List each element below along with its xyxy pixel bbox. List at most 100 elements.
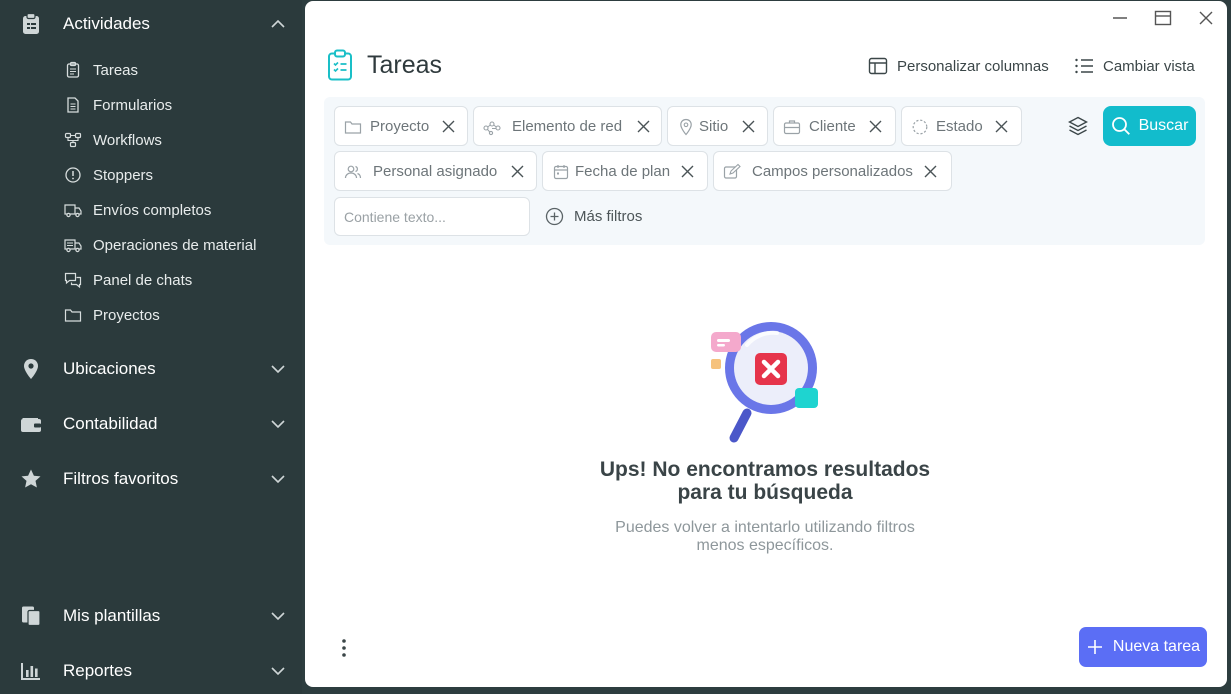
folder-icon <box>64 306 82 324</box>
empty-state-subtitle: Puedes volver a intentarlo utilizando fi… <box>515 519 1015 555</box>
sidebar-item-formularios[interactable]: Formularios <box>0 90 302 120</box>
customize-columns-button[interactable]: Personalizar columnas <box>868 56 1049 76</box>
remove-filter-icon[interactable] <box>441 119 456 134</box>
sidebar-item-label: Proyectos <box>93 306 160 324</box>
task-clipboard-icon <box>327 49 353 81</box>
empty-state-title-line: para tu búsqueda <box>677 481 853 504</box>
page-title: Tareas <box>367 51 443 79</box>
maximize-icon[interactable] <box>1152 7 1174 29</box>
remove-filter-icon[interactable] <box>994 119 1009 134</box>
clipboard-icon <box>19 12 43 36</box>
workflow-icon <box>64 131 82 149</box>
sidebar-item-label: Workflows <box>93 131 162 149</box>
sidebar-item-envios-completos[interactable]: Envíos completos <box>0 195 302 225</box>
chevron-up-icon <box>270 17 286 31</box>
sidebar-section-label: Reportes <box>63 661 132 680</box>
sidebar: Actividades Tareas Formularios Workflows… <box>0 0 302 694</box>
sidebar-section-mis-plantillas[interactable]: Mis plantillas <box>0 596 302 636</box>
location-pin-icon <box>677 118 695 136</box>
empty-state-subtitle-line: menos específicos. <box>696 537 834 554</box>
star-icon <box>19 467 43 491</box>
change-view-button[interactable]: Cambiar vista <box>1074 56 1195 76</box>
remove-filter-icon[interactable] <box>636 119 651 134</box>
remove-filter-icon[interactable] <box>923 164 938 179</box>
chevron-down-icon <box>270 417 286 431</box>
sidebar-item-label: Formularios <box>93 96 173 114</box>
plus-icon <box>1087 640 1102 654</box>
filter-chip-label: Sitio <box>699 118 729 135</box>
empty-state-title-line: Ups! No encontramos resultados <box>599 458 931 481</box>
filter-chip-elemento-de-red[interactable]: Elemento de red <box>473 106 662 146</box>
layers-icon[interactable] <box>1067 115 1089 137</box>
filter-chip-label: Elemento de red <box>512 118 623 135</box>
text-filter-input[interactable] <box>334 197 530 236</box>
sidebar-item-label: Envíos completos <box>93 201 212 219</box>
plus-circle-icon <box>545 207 564 225</box>
close-icon[interactable] <box>1195 7 1217 29</box>
form-icon <box>64 96 82 114</box>
chat-icon <box>64 271 82 289</box>
empty-state-subtitle-line: Puedes volver a intentarlo utilizando fi… <box>615 519 915 536</box>
filter-chip-label: Campos personalizados <box>752 163 913 180</box>
filter-bar: Proyecto Elemento de red Sitio Cliente E… <box>324 97 1205 245</box>
chevron-down-icon <box>270 362 286 376</box>
no-results-magnifier-illustration <box>711 322 818 443</box>
sidebar-item-tareas[interactable]: Tareas <box>0 55 302 85</box>
sidebar-section-reportes[interactable]: Reportes <box>0 651 302 691</box>
remove-filter-icon[interactable] <box>680 164 695 179</box>
more-options-icon[interactable] <box>335 637 353 659</box>
list-view-icon <box>1075 58 1093 74</box>
remove-filter-icon[interactable] <box>868 119 883 134</box>
briefcase-icon <box>783 118 801 136</box>
sidebar-section-actividades[interactable]: Actividades <box>0 4 302 44</box>
sidebar-item-proyectos[interactable]: Proyectos <box>0 300 302 330</box>
sidebar-section-filtros-favoritos[interactable]: Filtros favoritos <box>0 459 302 499</box>
columns-icon <box>868 57 888 75</box>
sidebar-section-label: Ubicaciones <box>63 359 156 378</box>
remove-filter-icon[interactable] <box>510 164 525 179</box>
material-truck-icon <box>64 236 82 254</box>
sidebar-item-label: Panel de chats <box>93 271 193 289</box>
truck-icon <box>64 201 82 219</box>
calendar-icon <box>552 163 570 181</box>
minimize-icon[interactable] <box>1109 7 1131 29</box>
filter-chip-label: Proyecto <box>370 118 430 135</box>
edit-field-icon <box>723 163 741 181</box>
filter-chip-sitio[interactable]: Sitio <box>667 106 768 146</box>
network-icon <box>483 118 501 136</box>
filter-chip-personal-asignado[interactable]: Personal asignado <box>334 151 537 191</box>
filter-chip-label: Fecha de plan <box>575 163 671 180</box>
new-task-button[interactable]: Nueva tarea <box>1079 627 1207 667</box>
filter-chip-proyecto[interactable]: Proyecto <box>334 106 468 146</box>
change-view-label: Cambiar vista <box>1103 57 1195 75</box>
filter-chip-label: Cliente <box>809 118 856 135</box>
filter-chip-fecha-de-plan[interactable]: Fecha de plan <box>542 151 708 191</box>
chevron-down-icon <box>270 472 286 486</box>
filter-chip-cliente[interactable]: Cliente <box>773 106 896 146</box>
remove-filter-icon[interactable] <box>741 119 756 134</box>
filter-chip-label: Estado <box>936 118 983 135</box>
location-pin-icon <box>19 357 43 381</box>
people-icon <box>344 163 362 181</box>
sidebar-item-panel-de-chats[interactable]: Panel de chats <box>0 265 302 295</box>
sidebar-item-stoppers[interactable]: Stoppers <box>0 160 302 190</box>
sidebar-section-contabilidad[interactable]: Contabilidad <box>0 404 302 444</box>
filter-chip-campos-personalizados[interactable]: Campos personalizados <box>713 151 952 191</box>
folder-icon <box>344 118 362 136</box>
sidebar-item-workflows[interactable]: Workflows <box>0 125 302 155</box>
sidebar-item-label: Stoppers <box>93 166 154 184</box>
empty-state-title: Ups! No encontramos resultados para tu b… <box>465 458 1065 504</box>
sidebar-section-label: Filtros favoritos <box>63 469 179 488</box>
sidebar-item-operaciones-de-material[interactable]: Operaciones de material <box>0 230 302 260</box>
task-clipboard-icon <box>64 61 82 79</box>
filter-chip-estado[interactable]: Estado <box>901 106 1022 146</box>
more-filters-button[interactable]: Más filtros <box>545 206 642 226</box>
alert-circle-icon <box>64 166 82 184</box>
chevron-down-icon <box>270 664 286 678</box>
search-button[interactable]: Buscar <box>1103 106 1196 146</box>
sidebar-section-label: Contabilidad <box>63 414 158 433</box>
more-filters-label: Más filtros <box>574 207 643 225</box>
search-button-label: Buscar <box>1138 117 1189 134</box>
sidebar-section-ubicaciones[interactable]: Ubicaciones <box>0 349 302 389</box>
sidebar-section-label: Mis plantillas <box>63 606 161 625</box>
